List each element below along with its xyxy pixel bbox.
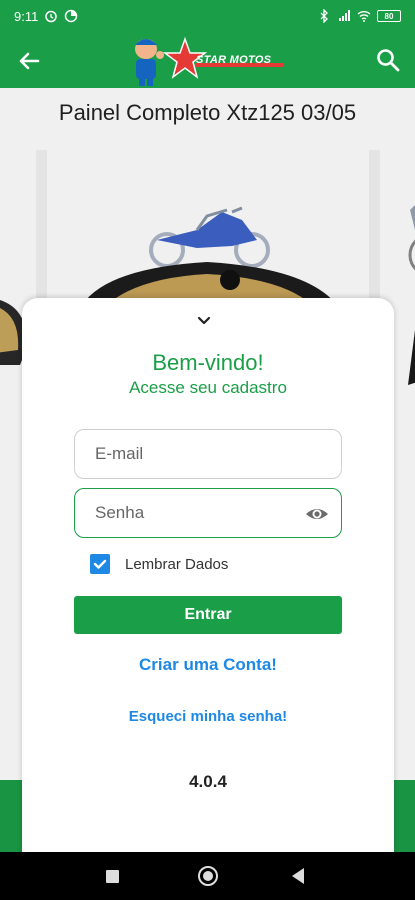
create-account-link[interactable]: Criar uma Conta! — [22, 655, 394, 675]
signal-icon — [339, 10, 350, 21]
back-arrow-icon[interactable] — [14, 46, 44, 76]
email-placeholder: E-mail — [95, 444, 144, 463]
status-bar: 9:11 80 — [0, 0, 415, 32]
enter-button[interactable]: Entrar — [74, 596, 342, 634]
system-nav-bar — [0, 852, 415, 900]
login-sheet: Bem-vindo! Acesse seu cadastro E-mail Se… — [22, 298, 394, 858]
welcome-subtitle: Acesse seu cadastro — [129, 378, 287, 397]
search-icon[interactable] — [373, 45, 403, 75]
email-field[interactable]: E-mail — [74, 429, 342, 479]
eye-icon[interactable] — [305, 502, 329, 526]
data-saver-icon — [65, 9, 78, 23]
home-icon[interactable] — [198, 866, 218, 886]
battery-level: 80 — [384, 11, 394, 21]
system-back-icon[interactable] — [292, 868, 304, 884]
alarm-icon — [45, 10, 58, 23]
bluetooth-icon — [320, 9, 328, 23]
forgot-password-link[interactable]: Esqueci minha senha! — [22, 708, 394, 725]
chevron-down-icon[interactable] — [195, 312, 213, 330]
app-version: 4.0.4 — [189, 772, 227, 791]
wifi-icon — [357, 11, 371, 22]
remember-label: Lembrar Dados — [125, 555, 229, 573]
password-placeholder: Senha — [95, 503, 145, 522]
status-time: 9:11 — [14, 8, 39, 24]
welcome-heading: Bem-vindo! — [152, 350, 264, 375]
remember-row[interactable]: Lembrar Dados — [90, 554, 228, 574]
logo-text: STAR MOTOS — [196, 54, 272, 66]
password-field[interactable]: Senha — [74, 488, 342, 538]
checkbox-checked-icon[interactable] — [90, 554, 110, 574]
battery-icon: 80 — [377, 10, 401, 22]
recents-icon[interactable] — [106, 870, 119, 883]
app-bar: STAR MOTOS — [0, 32, 415, 88]
